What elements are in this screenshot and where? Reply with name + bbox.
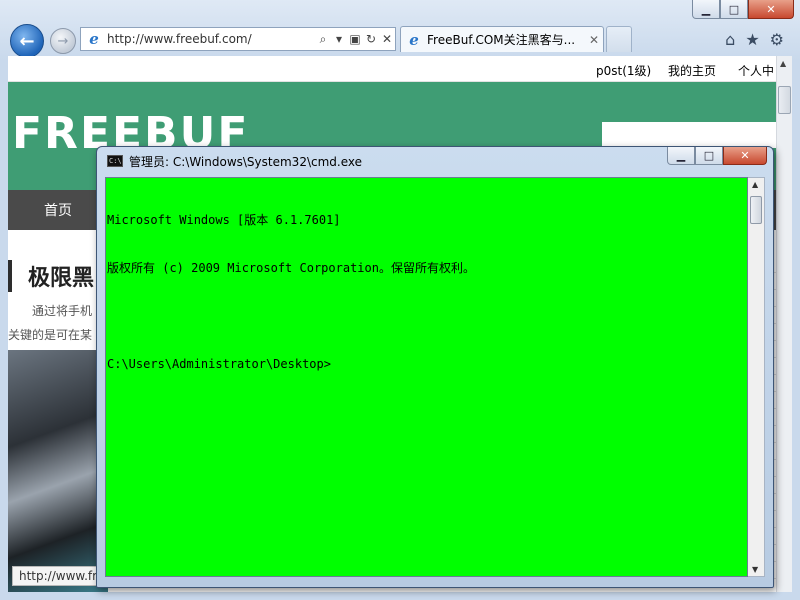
home-icon[interactable]: ⌂ [725, 30, 735, 49]
article-title[interactable]: 极限黑 [8, 260, 94, 292]
cmd-titlebar[interactable]: C:\ 管理员: C:\Windows\System32\cmd.exe ▁ □… [97, 147, 773, 175]
personal-center-link[interactable]: 个人中 [738, 62, 774, 79]
user-bar: p0st(1级) 我的主页 个人中 [8, 56, 776, 82]
forward-button[interactable]: → [50, 28, 76, 54]
my-home-link[interactable]: 我的主页 [668, 62, 716, 79]
console-icon: C:\ [107, 155, 123, 167]
nav-home-link[interactable]: 首页 [8, 190, 108, 230]
cmd-title: 管理员: C:\Windows\System32\cmd.exe [129, 155, 362, 169]
forward-arrow-icon: → [57, 33, 69, 49]
new-tab-button[interactable] [606, 26, 632, 52]
toolbar-icons: ⌂ ★ ⚙ [725, 30, 784, 49]
scroll-up-icon[interactable]: ▲ [752, 180, 758, 189]
cmd-window: C:\ 管理员: C:\Windows\System32\cmd.exe ▁ □… [96, 146, 774, 588]
ie-maximize-button[interactable]: □ [720, 0, 748, 19]
console-line: 版权所有 (c) 2009 Microsoft Corporation。保留所有… [107, 261, 475, 275]
compatibility-view-icon[interactable]: ▣ [347, 32, 363, 46]
article-summary-line-1: 通过将手机 [32, 304, 93, 318]
tab-title: FreeBuf.COM关注黑客与... [427, 33, 576, 47]
article-image[interactable] [8, 350, 108, 592]
cmd-maximize-button[interactable]: □ [695, 147, 723, 165]
scroll-up-icon[interactable]: ▲ [780, 59, 786, 68]
console-output[interactable]: Microsoft Windows [版本 6.1.7601] 版权所有 (c)… [105, 177, 748, 577]
cmd-caption-buttons: ▁ □ ✕ [667, 147, 767, 165]
favorites-icon[interactable]: ★ [745, 30, 759, 49]
ie-caption-buttons: ▁ □ ✕ [692, 0, 794, 19]
cmd-close-button[interactable]: ✕ [723, 147, 767, 165]
gear-icon[interactable]: ⚙ [770, 30, 784, 49]
stop-icon[interactable]: ✕ [379, 32, 395, 46]
refresh-icon[interactable]: ↻ [363, 32, 379, 46]
address-bar[interactable]: e http://www.freebuf.com/ ⌕ ▾ ▣ ↻ ✕ [80, 27, 396, 51]
search-icon[interactable]: ⌕ [315, 32, 331, 47]
chevron-down-icon[interactable]: ▾ [331, 32, 347, 46]
back-button[interactable]: ← [10, 24, 44, 58]
scroll-down-icon[interactable]: ▼ [752, 565, 758, 574]
site-search-input[interactable] [602, 122, 776, 148]
ie-minimize-button[interactable]: ▁ [692, 0, 720, 19]
page-scroll-thumb[interactable] [778, 86, 791, 114]
article-summary-line-2: 关键的是可在某 [8, 328, 93, 342]
navigation-row: ← → e http://www.freebuf.com/ ⌕ ▾ ▣ ↻ ✕ … [6, 22, 794, 58]
cmd-minimize-button[interactable]: ▁ [667, 147, 695, 165]
console-line: Microsoft Windows [版本 6.1.7601] [107, 213, 341, 227]
ie-close-button[interactable]: ✕ [748, 0, 794, 19]
ie-page-icon: e [89, 30, 99, 48]
page-scrollbar[interactable]: ▲ [776, 56, 792, 592]
address-text[interactable]: http://www.freebuf.com/ [107, 32, 315, 46]
cmd-scroll-thumb[interactable] [750, 196, 762, 224]
username-link[interactable]: p0st(1级) [596, 62, 651, 79]
browser-tab[interactable]: e FreeBuf.COM关注黑客与... ✕ [400, 26, 604, 52]
console-prompt[interactable]: C:\Users\Administrator\Desktop> [107, 356, 746, 372]
tab-page-icon: e [409, 30, 419, 49]
tab-close-icon[interactable]: ✕ [585, 33, 603, 47]
cmd-scrollbar[interactable]: ▲ ▼ [748, 177, 765, 577]
back-arrow-icon: ← [19, 30, 35, 52]
